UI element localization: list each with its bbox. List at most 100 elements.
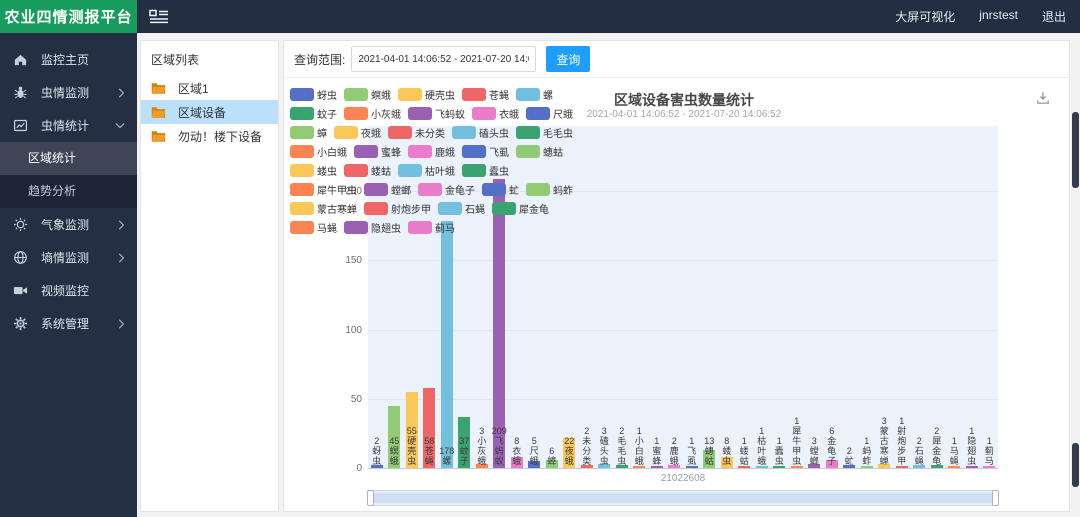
legend-item[interactable]: 犀金龟 [492, 201, 549, 216]
sidebar-item[interactable]: 系统管理 [0, 307, 137, 340]
legend-item[interactable]: 衣蛾 [472, 106, 519, 121]
bar-value-label: 1蠹虫 [774, 436, 784, 466]
legend-label: 蟑 [317, 129, 327, 140]
datazoom-left-handle[interactable] [367, 490, 374, 506]
tree-item[interactable]: 勿动！楼下设备 [141, 124, 278, 148]
legend-label: 苍蝇 [489, 91, 509, 102]
legend-item[interactable]: 苍蝇 [462, 87, 509, 102]
legend-label: 衣蛾 [499, 110, 519, 121]
legend-swatch [290, 126, 314, 139]
legend-item[interactable]: 飞虱 [462, 144, 509, 159]
legend-item[interactable]: 蠹虫 [462, 163, 509, 178]
download-icon[interactable] [1035, 90, 1051, 106]
chevron-right-icon [118, 318, 125, 329]
bar-value-label: 2石蝇 [914, 436, 924, 466]
legend-swatch [492, 202, 516, 215]
legend-item[interactable]: 夜蛾 [334, 125, 381, 140]
legend-item[interactable]: 毛毛虫 [516, 125, 573, 140]
legend-swatch [344, 107, 368, 120]
legend-item[interactable]: 蓟马 [408, 220, 455, 235]
date-range-input[interactable] [351, 46, 537, 72]
legend-item[interactable]: 蟪蛄 [516, 144, 563, 159]
legend-item[interactable]: 马蝇 [290, 220, 337, 235]
bar-value-label: 1犀牛甲虫 [792, 416, 802, 466]
legend-item[interactable]: 硬壳虫 [398, 87, 455, 102]
legend-item[interactable]: 蜜蜂 [354, 144, 401, 159]
sidebar-item-label: 监控主页 [41, 53, 90, 67]
bar-slot: 3蒙古寒蝉 [876, 86, 894, 468]
legend-item[interactable]: 螟蛾 [344, 87, 391, 102]
bar-value-label: 1飞虱 [687, 436, 697, 466]
legend-item[interactable]: 鹿蛾 [408, 144, 455, 159]
sidebar-subitem[interactable]: 趋势分析 [0, 175, 137, 208]
legend-swatch [462, 145, 486, 158]
datazoom-slider[interactable] [367, 490, 999, 506]
legend-item[interactable]: 飞蚂蚁 [408, 106, 465, 121]
legend-item[interactable]: 螳螂 [364, 182, 411, 197]
legend-swatch [364, 202, 388, 215]
legend-item[interactable]: 蒙古寒蝉 [290, 201, 357, 216]
bar-value-label: 1蝼蛄 [739, 436, 749, 466]
legend-item[interactable]: 未分类 [388, 125, 445, 140]
legend-item[interactable]: 小灰蛾 [344, 106, 401, 121]
legend-swatch [516, 126, 540, 139]
bar-value-label: 58 苍蝇 [424, 436, 435, 466]
scrollbar-thumb[interactable] [1072, 443, 1079, 487]
legend-item[interactable]: 蚊子 [290, 106, 337, 121]
legend-item[interactable]: 螺 [516, 87, 553, 102]
header-link[interactable]: 退出 [1042, 8, 1066, 25]
tree-item-label: 勿动！楼下设备 [178, 129, 263, 144]
legend-label: 飞虱 [489, 148, 509, 159]
legend-item[interactable]: 金龟子 [418, 182, 475, 197]
sidebar-item-label: 墒情监测 [41, 251, 90, 265]
legend-item[interactable]: 蝼蛄 [344, 163, 391, 178]
tree-item[interactable]: 区域1 [141, 76, 278, 100]
x-axis-name: 21022608 [660, 473, 706, 484]
legend-item[interactable]: 石蝇 [438, 201, 485, 216]
bar-slot: 1犀牛甲虫 [788, 86, 806, 468]
legend-item[interactable]: 蟑 [290, 125, 327, 140]
sidebar-item-label: 虫情监测 [41, 86, 90, 100]
header-link[interactable]: jnrstest [979, 8, 1018, 25]
legend-label: 蟪蛄 [543, 148, 563, 159]
datazoom-right-handle[interactable] [992, 490, 999, 506]
scrollbar-thumb[interactable] [1072, 112, 1079, 188]
bar[interactable] [440, 221, 453, 468]
legend-item[interactable]: 小白蛾 [290, 144, 347, 159]
legend-item[interactable]: 磕头虫 [452, 125, 509, 140]
bar-value-label: 1蓟马 [984, 436, 994, 466]
query-button[interactable]: 查询 [546, 46, 591, 72]
sidebar: 监控主页虫情监测虫情统计 区域统计 趋势分析 气象监测墒情监测视频监控 系统管理 [0, 33, 137, 517]
query-range-label: 查询范围: [294, 52, 346, 67]
sidebar-item[interactable]: 墒情监测 [0, 241, 137, 274]
legend-item[interactable]: 枯叶蛾 [398, 163, 455, 178]
app-window: 农业四情测报平台 大屏可视化 jnrstest 退出 监控主页 虫情监测 虫情统计 区域统… [0, 0, 1080, 517]
datazoom-selection[interactable] [371, 493, 995, 503]
folder-icon [151, 130, 166, 143]
bar-value-label: 1隐翅虫 [967, 426, 977, 466]
collapse-menu-icon[interactable] [149, 9, 169, 24]
sidebar-item[interactable]: 虫情统计 [0, 109, 137, 142]
sidebar-item[interactable]: 视频监控 [0, 274, 137, 307]
legend-item[interactable]: 尺蛾 [526, 106, 573, 121]
legend-item[interactable]: 犀牛甲虫 [290, 182, 357, 197]
y-tick-label: 100 [345, 324, 362, 336]
tree-item[interactable]: 区域设备 [141, 100, 278, 124]
legend-swatch [418, 183, 442, 196]
folder-icon [151, 82, 166, 95]
legend-label: 蚊子 [317, 110, 337, 121]
sidebar-subitem[interactable]: 区域统计 [0, 142, 137, 175]
legend-label: 未分类 [415, 129, 445, 140]
legend-item[interactable]: 隐翅虫 [344, 220, 401, 235]
legend-item[interactable]: 射炮步甲 [364, 201, 431, 216]
settings-icon [13, 316, 28, 331]
header-link[interactable]: 大屏可视化 [895, 8, 955, 25]
sidebar-item[interactable]: 虫情监测 [0, 76, 137, 109]
legend-item[interactable]: 虻 [482, 182, 519, 197]
sidebar-item[interactable]: 气象监测 [0, 208, 137, 241]
legend-swatch [408, 221, 432, 234]
legend-item[interactable]: 蚜虫 [290, 87, 337, 102]
legend-item[interactable]: 蚂蚱 [526, 182, 573, 197]
legend-item[interactable]: 蝼虫 [290, 163, 337, 178]
sidebar-item[interactable]: 监控主页 [0, 43, 137, 76]
